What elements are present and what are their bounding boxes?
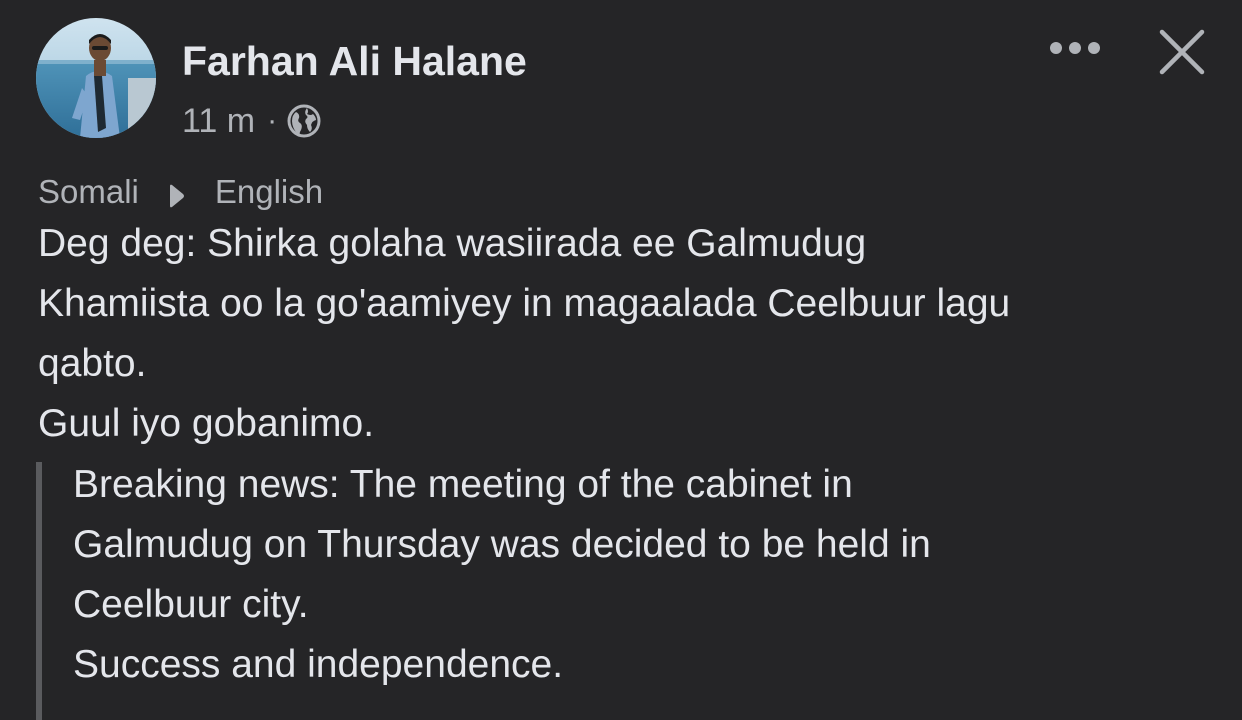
post-meta: 11 m · [182, 100, 321, 142]
original-text-line: Deg deg: Shirka golaha wasiirada ee Galm… [38, 222, 867, 265]
translated-text-line: Success and independence. [73, 643, 564, 686]
close-icon [1159, 29, 1205, 75]
post-original-text: Deg deg: Shirka golaha wasiirada ee Galm… [38, 214, 1218, 454]
quote-bar [36, 462, 42, 720]
source-language[interactable]: Somali [38, 173, 139, 211]
original-text-line: Guul iyo gobanimo. [38, 402, 375, 445]
translated-text: Breaking news: The meeting of the cabine… [73, 455, 1213, 695]
post-time[interactable]: 11 m [182, 102, 255, 141]
translated-text-line: Ceelbuur city. [73, 583, 309, 626]
translation-toggle[interactable]: Somali English [38, 170, 323, 214]
target-language[interactable]: English [215, 173, 323, 211]
more-options-button[interactable] [1044, 30, 1106, 66]
author-name[interactable]: Farhan Ali Halane [182, 38, 527, 84]
original-text-line: Khamiista oo la go'aamiyey in magaalada … [38, 282, 1011, 325]
translated-text-line: Galmudug on Thursday was decided to be h… [73, 523, 931, 566]
close-button[interactable] [1152, 22, 1212, 82]
post-card: Farhan Ali Halane 11 m · Somali English … [0, 0, 1242, 720]
translated-text-block: Breaking news: The meeting of the cabine… [36, 462, 1226, 720]
original-text-line: qabto. [38, 342, 147, 385]
play-arrow-icon [167, 179, 187, 208]
avatar[interactable] [36, 18, 156, 138]
translated-text-line: Breaking news: The meeting of the cabine… [73, 463, 853, 506]
globe-icon [287, 104, 321, 138]
more-horizontal-icon [1050, 42, 1100, 54]
avatar-photo [36, 18, 156, 138]
meta-separator: · [267, 104, 278, 137]
